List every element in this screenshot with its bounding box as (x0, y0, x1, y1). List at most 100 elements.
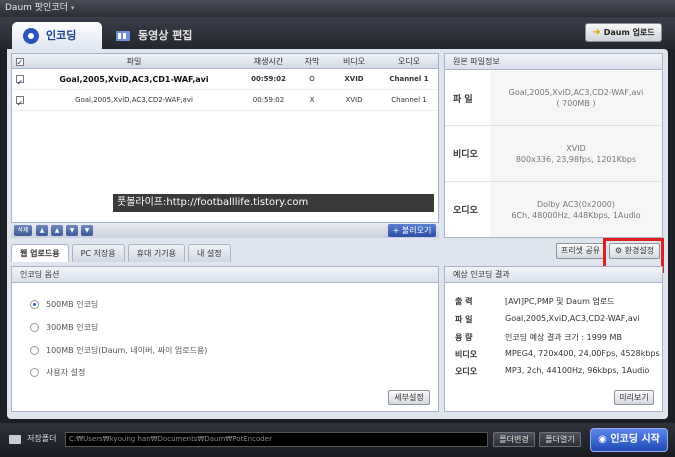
daum-upload-button[interactable]: ➜ Daum 업로드 (585, 23, 662, 42)
file-audio: Channel 1 (389, 75, 429, 83)
orig-file-label: 파 일 (453, 94, 473, 105)
result-label: 출 력 (455, 297, 473, 306)
result-value: MPEG4, 720x400, 24,00Fps, 4528kbps (505, 349, 660, 358)
title-bar: Daum 팟인코더 ▾ (0, 0, 675, 17)
option-label: 100MB 인코딩(Daum, 네이버, 싸이 업로드용) (46, 346, 208, 355)
tab-web-upload[interactable]: 웹 업로드용 (11, 244, 69, 262)
file-duration: 00:59:02 (252, 96, 285, 104)
result-label: 파 일 (455, 315, 473, 324)
orig-video-label: 비디오 (453, 150, 478, 160)
file-name: Goal,2005,XviD,AC3,CD1-WAF,avi (59, 75, 209, 84)
tab-mobile[interactable]: 휴대 기기용 (127, 244, 185, 262)
column-subtitle[interactable]: 자막 (296, 54, 328, 68)
start-encoding-button[interactable]: ◉ 인코딩 시작 (590, 428, 668, 452)
radio-button[interactable] (30, 368, 39, 377)
start-encoding-label: 인코딩 시작 (610, 434, 660, 445)
result-row: 출 력 [AVI]PC,PMP 및 Daum 업로드 (455, 296, 615, 307)
delete-button[interactable]: 삭제 (14, 225, 32, 236)
menu-dropdown-icon[interactable]: ▾ (71, 4, 75, 12)
original-file-info-panel: 원본 파일정보 파 일 Goal,2005,XviD,AC3,CD2-WAF,a… (444, 53, 663, 238)
option-label: 500MB 인코딩 (46, 300, 99, 309)
orig-audio-label: 오디오 (453, 206, 478, 216)
tab-video-edit[interactable]: 동영상 편집 (108, 22, 208, 49)
file-audio: Channel 1 (391, 96, 427, 104)
move-up-button[interactable]: ▲ (51, 225, 63, 236)
move-top-button[interactable]: ▲ (36, 225, 48, 236)
file-subtitle: O (309, 75, 315, 83)
orig-audio-row: 오디오 Dolby AC3(0x2000) 6Ch, 48000Hz, 448Kb… (445, 182, 662, 237)
save-path-field[interactable]: C:₩Users₩kyoung han₩Documents₩Daum₩PotEn… (65, 432, 488, 447)
file-video: XVID (345, 96, 363, 104)
result-row: 오디오 MP3, 2ch, 44100Hz, 96kbps, 1Audio (455, 366, 649, 377)
result-row: 파 일 Goal,2005,XviD,AC3,CD2-WAF,avi (455, 314, 640, 325)
file-video: XVID (344, 75, 364, 83)
checkbox[interactable] (15, 55, 24, 70)
encoding-options-panel: 인코딩 옵션 500MB 인코딩 300MB 인코딩 100MB 인코딩(Dau… (11, 266, 439, 412)
radio-button[interactable] (30, 300, 39, 309)
move-down-button[interactable]: ▼ (66, 225, 78, 236)
radio-button[interactable] (30, 346, 39, 355)
watermark-text: 풋볼라이프:http://footballlife.tistory.com (113, 194, 434, 212)
result-row: 비디오 MPEG4, 720x400, 24,00Fps, 4528kbps (455, 349, 660, 360)
orig-video-codec: XVID (566, 143, 586, 153)
upload-arrow-icon: ➜ (592, 27, 601, 38)
column-file[interactable]: 파일 (27, 54, 241, 68)
orig-file-size: ( 700MB ) (556, 99, 596, 108)
column-video[interactable]: 비디오 (328, 54, 380, 68)
orig-file-name: Goal,2005,XviD,AC3,CD2-WAF,avi (508, 88, 644, 97)
change-folder-button[interactable]: 폴더변경 (493, 432, 535, 447)
result-value: 인코딩 예상 결과 크기 : 1999 MB (505, 333, 622, 342)
plus-icon: + (392, 226, 402, 235)
tab-pc-save[interactable]: PC 저장용 (71, 244, 125, 262)
folder-icon (9, 435, 21, 444)
expected-result-title: 예상 인코딩 결과 (445, 267, 662, 283)
film-edit-icon (116, 30, 130, 41)
load-file-label: 불러오기 (401, 226, 432, 235)
tab-my-settings[interactable]: 내 설정 (187, 244, 231, 262)
file-name: Goal,2005,XviD,AC3,CD2-WAF,avi (75, 96, 193, 104)
select-all-checkbox[interactable] (12, 54, 27, 70)
orig-file-row: 파 일 Goal,2005,XviD,AC3,CD2-WAF,avi ( 700M… (445, 71, 662, 126)
orig-audio-spec: 6Ch, 48000Hz, 448Kbps, 1Audio (511, 210, 641, 220)
disc-icon: ◉ (598, 434, 611, 445)
preview-button[interactable]: 미리보기 (614, 390, 654, 405)
preset-tabs: 웹 업로드용 PC 저장용 휴대 기기용 내 설정 (11, 244, 234, 262)
disc-icon (23, 27, 39, 44)
result-label: 오디오 (455, 367, 478, 376)
file-subtitle: X (309, 96, 315, 104)
file-duration: 00:59:02 (251, 75, 286, 83)
tab-video-edit-label: 동영상 편집 (138, 29, 193, 42)
tab-encoding-label: 인코딩 (46, 29, 77, 42)
result-label: 비디오 (455, 350, 478, 359)
save-folder-label: 저장폴더 (27, 434, 57, 443)
table-row[interactable]: Goal,2005,XviD,AC3,CD1-WAF,avi 00:59:02 … (12, 69, 438, 93)
daum-upload-label: Daum 업로드 (603, 28, 655, 37)
row-checkbox[interactable] (15, 93, 24, 114)
radio-button[interactable] (30, 323, 39, 332)
column-duration[interactable]: 재생시간 (241, 54, 296, 68)
row-checkbox[interactable] (15, 72, 24, 93)
table-row[interactable]: Goal,2005,XviD,AC3,CD2-WAF,avi 00:59:02 … (12, 90, 438, 114)
result-value: MP3, 2ch, 44100Hz, 96kbps, 1Audio (505, 366, 650, 375)
option-label: 사용자 설정 (46, 368, 86, 377)
original-info-title: 원본 파일정보 (445, 54, 662, 70)
option-300mb[interactable]: 300MB 인코딩 (30, 322, 98, 333)
detail-settings-button[interactable]: 세부설정 (388, 390, 430, 405)
file-list-toolbar: 삭제 ▲ ▲ ▼ ▼ + 불러오기 (11, 222, 439, 238)
option-100mb[interactable]: 100MB 인코딩(Daum, 네이버, 싸이 업로드용) (30, 345, 207, 356)
orig-audio-codec: Dolby AC3(0x2000) (536, 199, 616, 209)
result-value: Goal,2005,XviD,AC3,CD2-WAF,avi (505, 314, 640, 323)
tab-encoding[interactable]: 인코딩 (12, 22, 102, 49)
orig-video-spec: 800x336, 23,98fps, 1201Kbps (515, 154, 637, 164)
option-500mb[interactable]: 500MB 인코딩 (30, 299, 98, 310)
app-title: Daum 팟인코더 (5, 3, 68, 13)
result-row: 용 량 인코딩 예상 결과 크기 : 1999 MB (455, 332, 622, 343)
load-file-button[interactable]: + 불러오기 (388, 224, 436, 237)
option-custom[interactable]: 사용자 설정 (30, 367, 85, 378)
move-bottom-button[interactable]: ▼ (81, 225, 93, 236)
orig-video-row: 비디오 XVID 800x336, 23,98fps, 1201Kbps (445, 126, 662, 182)
result-label: 용 량 (455, 333, 473, 342)
column-audio[interactable]: 오디오 (380, 54, 438, 68)
preset-share-button[interactable]: 프리셋 공유 (556, 243, 605, 259)
open-folder-button[interactable]: 폴더열기 (539, 432, 581, 447)
